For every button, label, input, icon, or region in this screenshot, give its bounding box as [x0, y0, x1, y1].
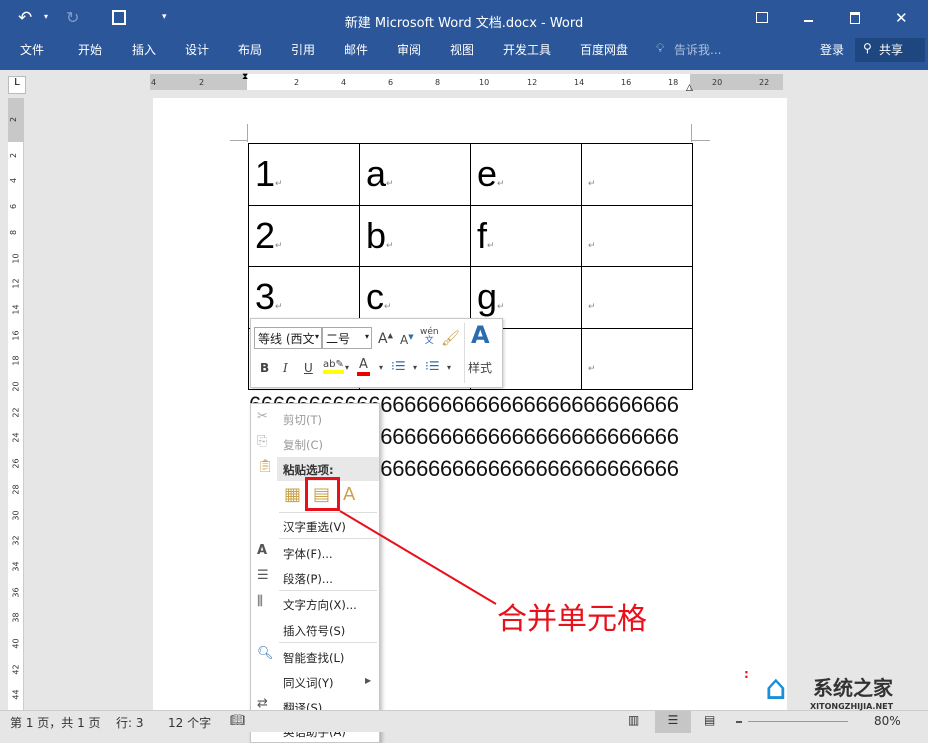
- watermark-name: 系统之家: [813, 676, 893, 700]
- zoom-out-icon[interactable]: [736, 721, 742, 723]
- web-layout-icon[interactable]: ▤: [704, 713, 715, 727]
- watermark: ⌂ 系统之家 XITONGZHIJIA.NET: [765, 664, 925, 722]
- word-count[interactable]: 12 个字: [168, 714, 211, 731]
- proofing-icon[interactable]: 📖︎: [230, 713, 245, 727]
- read-mode-icon[interactable]: ▥: [628, 713, 639, 727]
- print-layout-icon[interactable]: ☰: [655, 711, 691, 733]
- page-count[interactable]: 第 1 页，共 1 页: [10, 714, 101, 731]
- red-mark: :: [744, 667, 749, 681]
- annotation-label: 合并单元格: [497, 602, 647, 637]
- watermark-logo-icon: ⌂: [765, 668, 787, 708]
- annotation-arrow: [339, 510, 497, 605]
- watermark-url: XITONGZHIJIA.NET: [810, 702, 894, 711]
- line-number: 行: 3: [116, 716, 144, 730]
